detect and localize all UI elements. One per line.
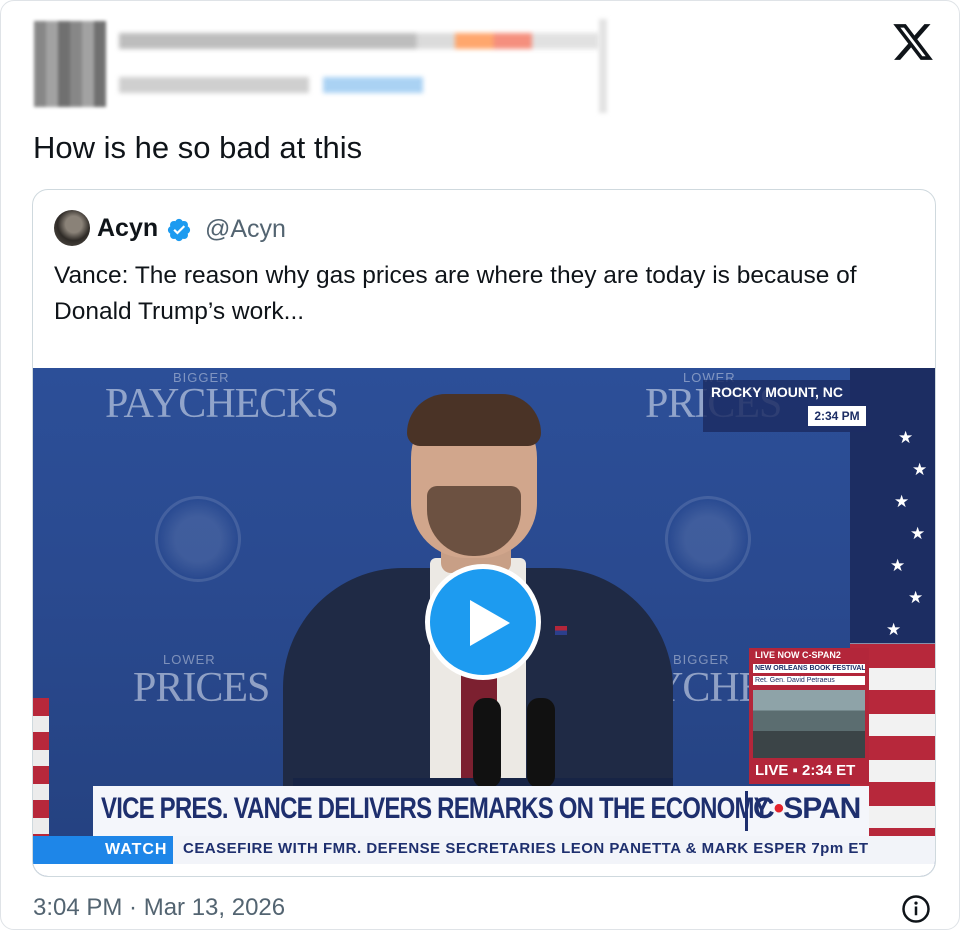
cspan-logo-dot: • <box>773 792 784 825</box>
quoted-tweet-text: Vance: The reason why gas prices are whe… <box>54 262 857 325</box>
location-time: 2:34 PM <box>808 406 866 426</box>
flag-pin <box>555 626 567 635</box>
speaker-hair <box>407 394 541 446</box>
lower-third: VICE PRES. VANCE DELIVERS REMARKS ON THE… <box>93 786 869 836</box>
cspan-logo-c: C <box>753 792 775 825</box>
seal-emblem <box>155 496 241 582</box>
info-icon[interactable] <box>901 894 931 924</box>
verified-badge-icon <box>167 218 191 242</box>
author-name-blurred[interactable] <box>119 33 599 49</box>
ticker-text: CEASEFIRE WITH FMR. DEFENSE SECRETARIES … <box>183 840 869 857</box>
x-logo-icon[interactable] <box>891 20 935 64</box>
quoted-tweet[interactable]: Acyn @Acyn Vance: The reason why gas pri… <box>32 189 936 877</box>
cspan-logo-span: SPAN <box>783 792 861 825</box>
tweet-timestamp[interactable]: 3:04 PM · Mar 13, 2026 <box>33 894 285 922</box>
quoted-avatar[interactable] <box>54 210 90 246</box>
follow-link-blurred[interactable] <box>323 77 423 93</box>
headline-text: VICE PRES. VANCE DELIVERS REMARKS ON THE… <box>101 792 770 825</box>
quoted-author-handle[interactable]: @Acyn <box>205 215 286 244</box>
pip-video-thumbnail <box>753 690 865 758</box>
quoted-author-name[interactable]: Acyn <box>97 214 158 243</box>
microphone <box>527 698 555 788</box>
flag-left <box>33 698 49 843</box>
play-button[interactable] <box>425 564 541 680</box>
video-player[interactable]: BIGGER PAYCHECKS LOWER PRICES LOWER PRIC… <box>33 368 935 876</box>
video-bottom-strip <box>33 864 935 876</box>
pip-live-label: LIVE ▪ 2:34 ET <box>755 762 856 779</box>
tweet-card: How is he so bad at this Acyn @Acyn Vanc… <box>0 0 960 930</box>
author-avatar-blurred[interactable] <box>34 21 106 107</box>
tweet-text: How is he so bad at this <box>33 130 363 165</box>
ticker-label: WATCH <box>33 836 173 864</box>
cspan-logo: C•SPAN <box>753 792 861 826</box>
divider <box>745 791 748 831</box>
play-icon <box>470 600 510 646</box>
location-bug: ROCKY MOUNT, NC 2:34 PM <box>703 380 870 432</box>
seal-emblem <box>665 496 751 582</box>
blur-edge <box>599 19 607 113</box>
pip-header: LIVE NOW C-SPAN2 <box>755 650 841 660</box>
news-ticker: WATCH CEASEFIRE WITH FMR. DEFENSE SECRET… <box>33 836 935 864</box>
author-handle-blurred[interactable] <box>119 77 309 93</box>
backdrop-text: PRICES <box>133 665 270 711</box>
pip-event: NEW ORLEANS BOOK FESTIVAL <box>753 664 865 673</box>
microphone <box>473 698 501 788</box>
pip-live-box: LIVE NOW C-SPAN2 NEW ORLEANS BOOK FESTIV… <box>749 648 869 784</box>
backdrop-text: PAYCHECKS <box>105 381 339 427</box>
location-name: ROCKY MOUNT, NC <box>711 384 843 400</box>
pip-guest: Ret. Gen. David Petraeus <box>753 676 865 685</box>
